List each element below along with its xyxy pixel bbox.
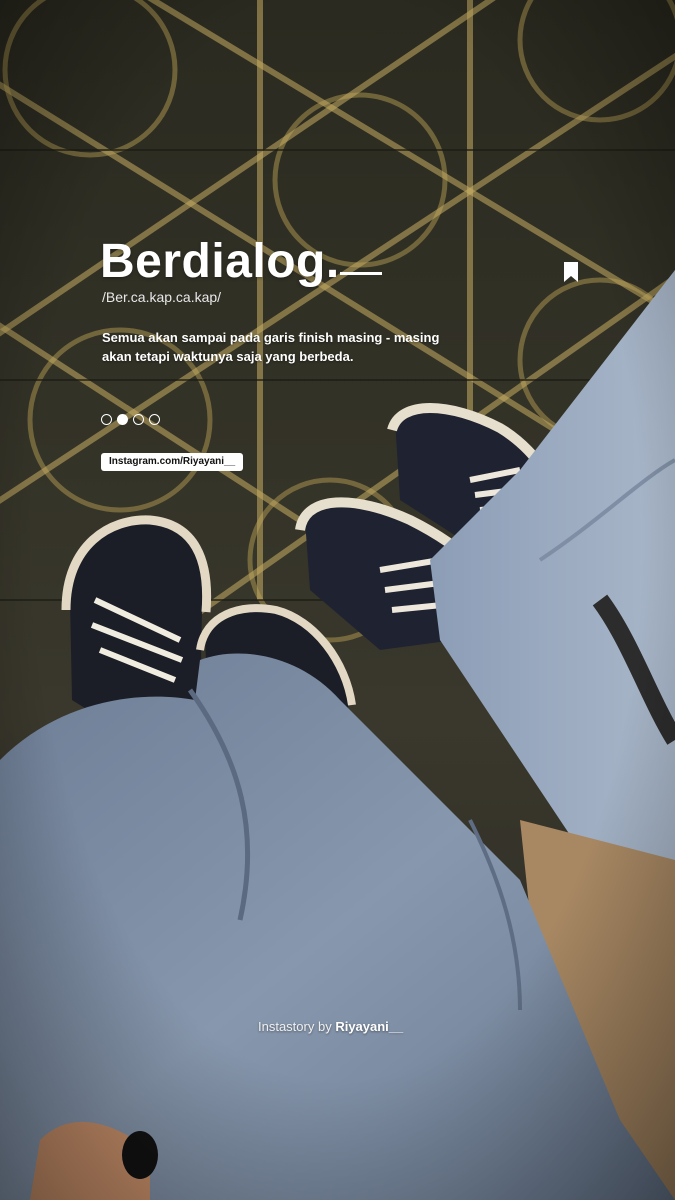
credit-prefix: Instastory by xyxy=(258,1019,336,1034)
story-title: Berdialog. xyxy=(100,235,340,288)
story-credit: Instastory by Riyayani__ xyxy=(258,1019,403,1034)
instagram-tag[interactable]: Instagram.com/Riyayani__ xyxy=(101,453,244,471)
title-underline xyxy=(340,272,382,275)
pagination-dot-active xyxy=(117,414,128,425)
story-quote: Semua akan sampai pada garis finish masi… xyxy=(102,330,440,364)
pagination-dot xyxy=(149,414,160,425)
pagination-dot xyxy=(101,414,112,425)
pagination-dot xyxy=(133,414,144,425)
story-overlay: Berdialog. /Ber.ca.kap.ca.kap/ Semua aka… xyxy=(0,0,675,1200)
credit-handle[interactable]: Riyayani__ xyxy=(335,1019,403,1034)
phonetic-spelling: /Ber.ca.kap.ca.kap/ xyxy=(102,289,222,305)
pagination-dots xyxy=(101,414,160,425)
bookmark-icon[interactable] xyxy=(563,262,579,282)
